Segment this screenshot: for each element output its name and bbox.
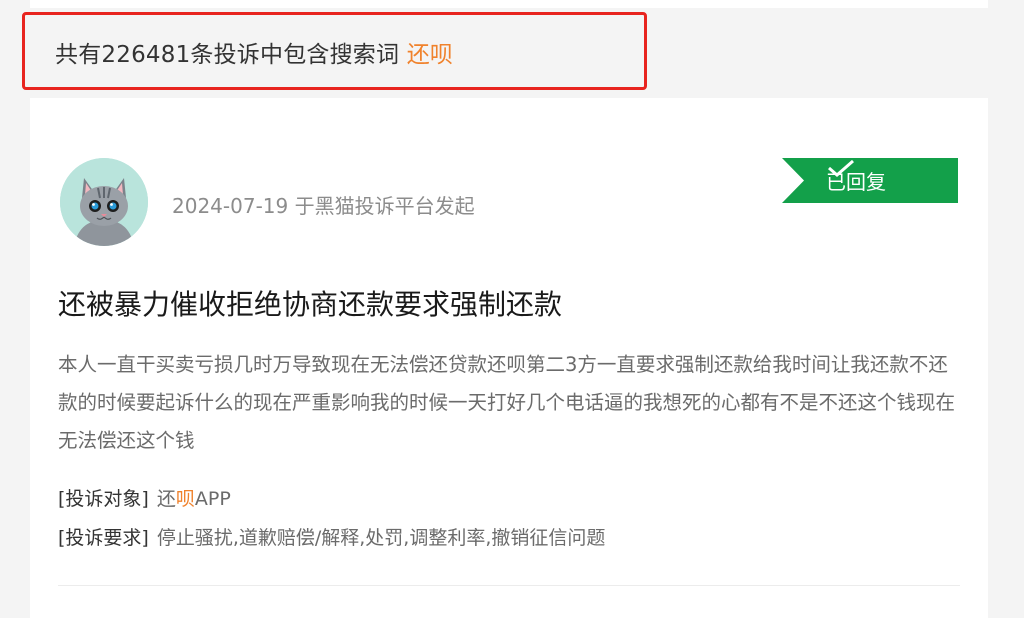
- complaint-body: 本人一直干买卖亏损几时万导致现在无法偿还贷款还呗第二3方一直要求强制还款给我时间…: [58, 353, 956, 452]
- top-strip: [30, 0, 988, 8]
- complaint-target-row: [投诉对象] 还呗APP: [58, 484, 231, 511]
- target-suffix: APP: [194, 488, 231, 510]
- target-prefix: 还: [156, 488, 176, 510]
- complaint-demand-value: 停止骚扰,道歉赔偿/解释,处罚,调整利率,撤销征信问题: [156, 527, 606, 549]
- target-keyword: 呗: [175, 488, 195, 510]
- complaint-target-value[interactable]: 还呗APP: [157, 488, 231, 510]
- complaint-target-label: [投诉对象]: [58, 488, 149, 510]
- complaint-demand-label: [投诉要求]: [58, 527, 149, 549]
- highlight-box: [22, 12, 647, 90]
- complaint-demand-row: [投诉要求] 停止骚扰,道歉赔偿/解释,处罚,调整利率,撤销征信问题: [58, 523, 605, 550]
- status-badge: 已回复: [782, 158, 958, 203]
- checkmark-icon: [828, 159, 854, 177]
- post-meta: 2024-07-19 于黑猫投诉平台发起: [172, 190, 475, 219]
- cat-avatar-icon[interactable]: [60, 158, 148, 246]
- divider: [58, 585, 960, 586]
- complaint-title[interactable]: 还被暴力催收拒绝协商还款要求强制还款: [58, 283, 562, 323]
- post-date: 2024-07-19: [172, 194, 289, 218]
- post-source: 于黑猫投诉平台发起: [294, 194, 475, 218]
